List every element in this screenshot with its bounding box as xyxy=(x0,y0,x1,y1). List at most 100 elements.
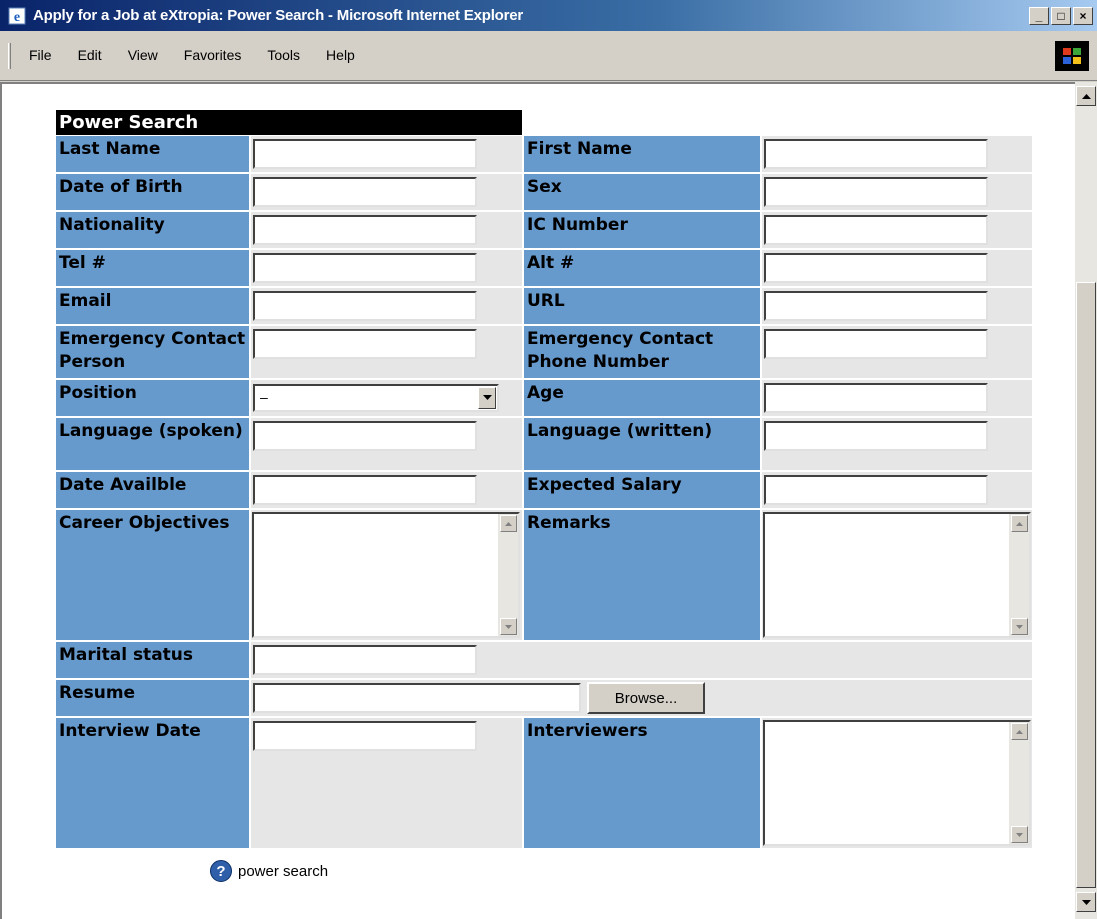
nationality-input[interactable] xyxy=(253,215,477,245)
cell-interviewers xyxy=(762,718,1032,848)
ic-number-input[interactable] xyxy=(764,215,988,245)
expected-salary-input[interactable] xyxy=(764,475,988,505)
window-title: Apply for a Job at eXtropia: Power Searc… xyxy=(33,7,524,24)
svg-text:e: e xyxy=(14,10,20,25)
date-available-input[interactable] xyxy=(253,475,477,505)
menu-tools[interactable]: Tools xyxy=(262,47,305,63)
page-viewport: Power Search Last Name First Name Date o… xyxy=(0,82,1075,919)
label-age: Age xyxy=(524,380,760,416)
cell-emergency-phone xyxy=(762,326,1032,378)
scroll-up-icon[interactable] xyxy=(1011,515,1028,532)
scroll-down-icon[interactable] xyxy=(500,618,517,635)
tel-input[interactable] xyxy=(253,253,477,283)
cell-resume: Browse... xyxy=(251,680,1032,716)
cell-last-name xyxy=(251,136,522,172)
position-selected-value: – xyxy=(260,389,268,405)
cell-age xyxy=(762,380,1032,416)
cell-sex xyxy=(762,174,1032,210)
cell-nationality xyxy=(251,212,522,248)
lang-written-input[interactable] xyxy=(764,421,988,451)
cell-date-available xyxy=(251,472,522,508)
label-nationality: Nationality xyxy=(56,212,249,248)
first-name-input[interactable] xyxy=(764,139,988,169)
dropdown-arrow-icon[interactable] xyxy=(478,387,496,409)
cell-lang-spoken xyxy=(251,418,522,470)
lang-spoken-input[interactable] xyxy=(253,421,477,451)
label-sex: Sex xyxy=(524,174,760,210)
url-input[interactable] xyxy=(764,291,988,321)
label-marital-status: Marital status xyxy=(56,642,249,678)
window-titlebar: e Apply for a Job at eXtropia: Power Sea… xyxy=(0,0,1097,31)
cell-lang-written xyxy=(762,418,1032,470)
minimize-button[interactable]: _ xyxy=(1029,7,1049,25)
cell-interview-date xyxy=(251,718,522,848)
textarea-scrollbar[interactable] xyxy=(498,514,518,636)
menu-view[interactable]: View xyxy=(123,47,163,63)
interview-date-input[interactable] xyxy=(253,721,477,751)
cell-position: – xyxy=(251,380,522,416)
marital-status-input[interactable] xyxy=(253,645,477,675)
label-interview-date: Interview Date xyxy=(56,718,249,848)
menu-favorites[interactable]: Favorites xyxy=(179,47,247,63)
menubar-grip xyxy=(8,43,11,69)
browse-button[interactable]: Browse... xyxy=(587,682,705,714)
menu-edit[interactable]: Edit xyxy=(73,47,107,63)
menu-help[interactable]: Help xyxy=(321,47,360,63)
label-first-name: First Name xyxy=(524,136,760,172)
email-input[interactable] xyxy=(253,291,477,321)
maximize-button[interactable]: □ xyxy=(1051,7,1071,25)
scroll-down-icon[interactable] xyxy=(1011,826,1028,843)
cell-dob xyxy=(251,174,522,210)
cell-career-objectives xyxy=(251,510,522,640)
label-tel: Tel # xyxy=(56,250,249,286)
scroll-down-icon[interactable] xyxy=(1011,618,1028,635)
label-emergency-person: Emergency Contact Person xyxy=(56,326,249,378)
page-scrollbar[interactable] xyxy=(1075,82,1097,919)
alt-input[interactable] xyxy=(764,253,988,283)
remarks-textarea[interactable] xyxy=(763,512,1031,638)
windows-logo-icon xyxy=(1055,41,1089,71)
label-lang-spoken: Language (spoken) xyxy=(56,418,249,470)
scroll-down-icon[interactable] xyxy=(1076,892,1096,912)
age-input[interactable] xyxy=(764,383,988,413)
label-alt: Alt # xyxy=(524,250,760,286)
close-button[interactable]: × xyxy=(1073,7,1093,25)
power-search-link[interactable]: ? power search xyxy=(210,860,328,882)
cell-marital-status xyxy=(251,642,1032,678)
cell-tel xyxy=(251,250,522,286)
label-email: Email xyxy=(56,288,249,324)
last-name-input[interactable] xyxy=(253,139,477,169)
label-last-name: Last Name xyxy=(56,136,249,172)
dob-input[interactable] xyxy=(253,177,477,207)
career-objectives-textarea[interactable] xyxy=(252,512,520,638)
label-career-objectives: Career Objectives xyxy=(56,510,249,640)
cell-ic-number xyxy=(762,212,1032,248)
textarea-scrollbar[interactable] xyxy=(1009,514,1029,636)
interviewers-textarea[interactable] xyxy=(763,720,1031,846)
label-url: URL xyxy=(524,288,760,324)
emergency-phone-input[interactable] xyxy=(764,329,988,359)
emergency-person-input[interactable] xyxy=(253,329,477,359)
ie-page-icon: e xyxy=(6,5,28,27)
scroll-up-icon[interactable] xyxy=(500,515,517,532)
menu-file[interactable]: File xyxy=(24,47,57,63)
resume-file-input[interactable] xyxy=(253,683,581,713)
label-lang-written: Language (written) xyxy=(524,418,760,470)
label-ic-number: IC Number xyxy=(524,212,760,248)
label-resume: Resume xyxy=(56,680,249,716)
label-emergency-phone: Emergency Contact Phone Number xyxy=(524,326,760,378)
cell-email xyxy=(251,288,522,324)
cell-first-name xyxy=(762,136,1032,172)
position-select[interactable]: – xyxy=(253,384,499,412)
scrollbar-thumb[interactable] xyxy=(1076,282,1096,888)
scroll-up-icon[interactable] xyxy=(1076,86,1096,106)
label-remarks: Remarks xyxy=(524,510,760,640)
scroll-up-icon[interactable] xyxy=(1011,723,1028,740)
label-dob: Date of Birth xyxy=(56,174,249,210)
sex-input[interactable] xyxy=(764,177,988,207)
cell-alt xyxy=(762,250,1032,286)
help-icon[interactable]: ? xyxy=(210,860,232,882)
cell-expected-salary xyxy=(762,472,1032,508)
power-search-link-label[interactable]: power search xyxy=(238,863,328,880)
textarea-scrollbar[interactable] xyxy=(1009,722,1029,844)
